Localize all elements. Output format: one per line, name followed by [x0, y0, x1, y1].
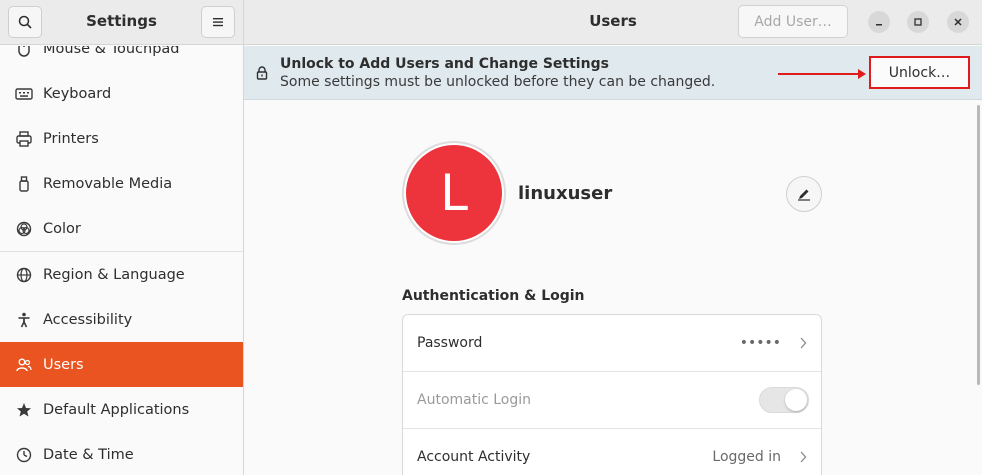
account-activity-row[interactable]: Account Activity Logged in: [403, 429, 821, 475]
users-content: L linuxuser Authentication & Login Passw…: [244, 101, 982, 475]
accessibility-icon: [13, 309, 35, 331]
users-icon: [13, 354, 35, 376]
row-label: Automatic Login: [417, 392, 532, 408]
lock-icon: [256, 66, 268, 80]
clock-icon: [13, 444, 35, 466]
sidebar-item-region-language[interactable]: Region & Language: [0, 252, 243, 297]
username: linuxuser: [518, 183, 613, 204]
maximize-icon: [914, 18, 922, 26]
sidebar-item-label: Default Applications: [43, 401, 190, 418]
sidebar-item-printers[interactable]: Printers: [0, 116, 243, 161]
account-activity-value: Logged in: [712, 449, 781, 465]
sidebar-item-mouse-touchpad[interactable]: Mouse & Touchpad: [0, 46, 243, 71]
sidebar-item-keyboard[interactable]: Keyboard: [0, 71, 243, 116]
password-row[interactable]: Password •••••: [403, 315, 821, 371]
hamburger-icon: [213, 18, 223, 27]
avatar-initial: L: [406, 145, 502, 241]
add-user-button[interactable]: Add User…: [738, 5, 848, 38]
sidebar-item-date-time[interactable]: Date & Time: [0, 432, 243, 475]
sidebar-item-label: Date & Time: [43, 446, 134, 463]
avatar[interactable]: L: [402, 141, 506, 245]
sidebar-item-label: Color: [43, 220, 81, 237]
chevron-right-icon: [799, 334, 807, 353]
removable-media-icon: [13, 173, 35, 195]
globe-icon: [13, 264, 35, 286]
infobar-subtitle: Some settings must be unlocked before th…: [280, 74, 716, 90]
automatic-login-row: Automatic Login: [403, 372, 821, 428]
section-title-auth: Authentication & Login: [402, 288, 585, 304]
sidebar: Settings Mouse & Touchpad Keyboard Print…: [0, 0, 244, 475]
mouse-icon: [13, 46, 35, 60]
sidebar-item-label: Accessibility: [43, 311, 133, 328]
toggle-knob: [785, 389, 807, 411]
sidebar-item-label: Printers: [43, 130, 99, 147]
sidebar-item-label: Region & Language: [43, 266, 185, 283]
edit-name-button[interactable]: [786, 176, 822, 212]
close-icon: [954, 18, 962, 26]
sidebar-headerbar: Settings: [0, 0, 243, 45]
scrollbar[interactable]: [977, 105, 980, 385]
sidebar-item-removable-media[interactable]: Removable Media: [0, 161, 243, 206]
minimize-icon: [876, 24, 882, 26]
star-icon: [13, 399, 35, 421]
printer-icon: [13, 128, 35, 150]
maximize-button[interactable]: [907, 11, 929, 33]
sidebar-item-color[interactable]: Color: [0, 206, 243, 251]
headerbar: Users Add User…: [244, 0, 982, 45]
sidebar-item-accessibility[interactable]: Accessibility: [0, 297, 243, 342]
pencil-icon: [798, 189, 810, 201]
automatic-login-toggle[interactable]: [759, 387, 809, 413]
annotation-arrow: [778, 69, 866, 79]
row-label: Password: [417, 335, 483, 351]
password-value: •••••: [739, 335, 781, 351]
infobar-title: Unlock to Add Users and Change Settings: [280, 56, 609, 72]
sidebar-item-label: Users: [43, 356, 84, 373]
unlock-button[interactable]: Unlock…: [869, 56, 970, 89]
sidebar-item-label: Mouse & Touchpad: [43, 46, 180, 57]
color-icon: [13, 218, 35, 240]
sidebar-item-label: Removable Media: [43, 175, 173, 192]
close-button[interactable]: [947, 11, 969, 33]
keyboard-icon: [13, 83, 35, 105]
minimize-button[interactable]: [868, 11, 890, 33]
auth-list: Password ••••• Automatic Login Account A…: [402, 314, 822, 475]
sidebar-item-users[interactable]: Users: [0, 342, 243, 387]
menu-button[interactable]: [201, 6, 235, 38]
main-panel: Users Add User… Unlock to Add Users and …: [244, 0, 982, 475]
sidebar-item-label: Keyboard: [43, 85, 112, 102]
row-label: Account Activity: [417, 449, 531, 465]
unlock-infobar: Unlock to Add Users and Change Settings …: [244, 46, 982, 100]
sidebar-item-default-applications[interactable]: Default Applications: [0, 387, 243, 432]
chevron-right-icon: [799, 448, 807, 467]
sidebar-list: Mouse & Touchpad Keyboard Printers Remov…: [0, 46, 243, 475]
